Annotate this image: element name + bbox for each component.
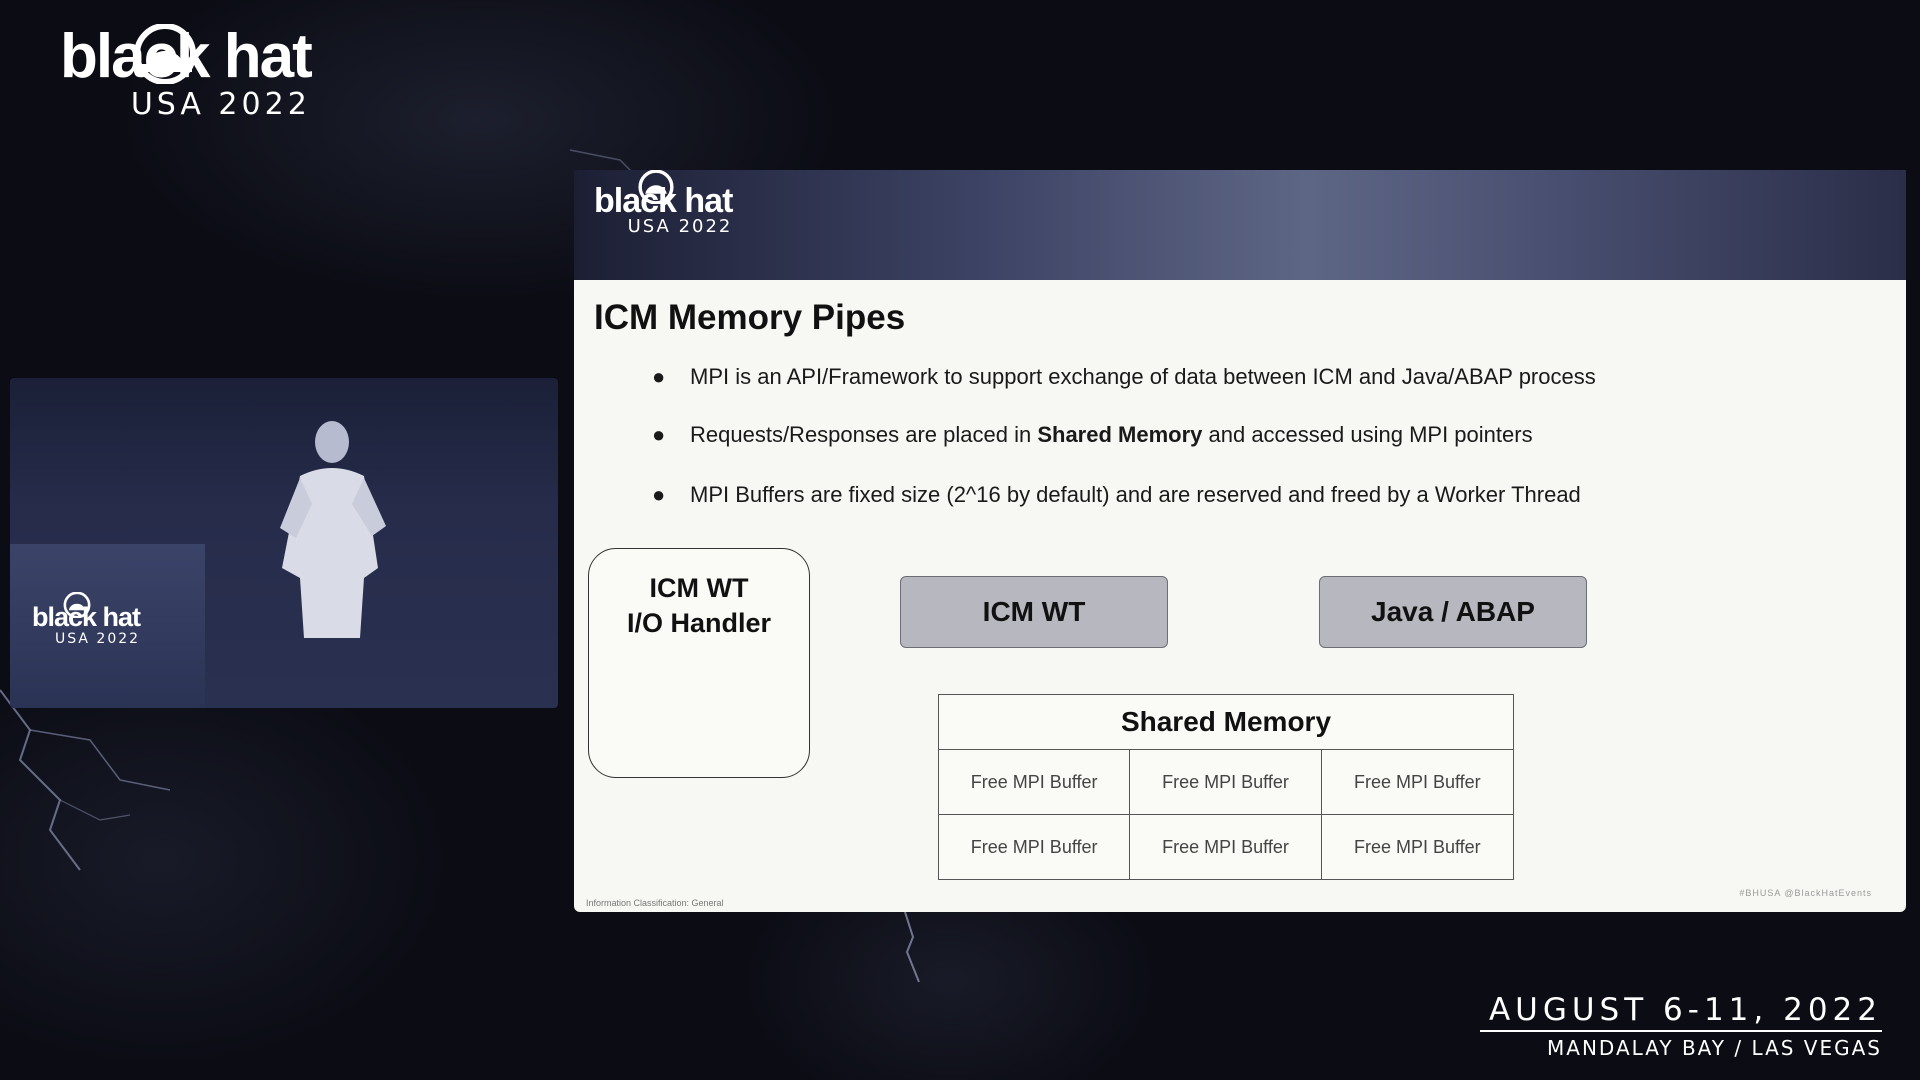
bullet-text: and accessed using MPI pointers bbox=[1202, 422, 1533, 447]
shared-memory-table: Shared Memory Free MPI Buffer Free MPI B… bbox=[938, 694, 1514, 880]
event-venue: MANDALAY BAY / LAS VEGAS bbox=[1547, 1036, 1882, 1060]
slide: ICM Memory Pipes ● MPI is an API/Framewo… bbox=[574, 280, 1906, 912]
buffer-cell: Free MPI Buffer bbox=[1130, 815, 1322, 880]
lightning-decoration bbox=[904, 912, 920, 983]
buffer-cell: Free MPI Buffer bbox=[939, 815, 1131, 880]
slide-logo: black hat USA 2022 bbox=[594, 170, 733, 237]
bullet-dot: ● bbox=[652, 364, 666, 389]
event-dates: AUGUST 6-11, 2022 bbox=[1488, 992, 1882, 1028]
logo-wordmark: black hat bbox=[60, 22, 313, 91]
bullet-text: Requests/Responses are placed in bbox=[690, 422, 1038, 447]
box-label: I/O Handler bbox=[626, 608, 772, 638]
bullet-item: ● Requests/Responses are placed in Share… bbox=[652, 420, 1596, 478]
buffer-cell: Free MPI Buffer bbox=[1321, 750, 1513, 815]
buffer-cell: Free MPI Buffer bbox=[939, 750, 1131, 815]
buffer-cell: Free MPI Buffer bbox=[1130, 750, 1322, 815]
bullet-list: ● MPI is an API/Framework to support exc… bbox=[652, 362, 1596, 538]
bullet-item: ● MPI is an API/Framework to support exc… bbox=[652, 362, 1596, 420]
slide-footer-classification: Information Classification: General bbox=[586, 898, 724, 908]
bullet-dot: ● bbox=[652, 422, 666, 447]
bullet-bold-text: Shared Memory bbox=[1037, 422, 1203, 447]
slide-footer-hashtags: #BHUSA @BlackHatEvents bbox=[1739, 888, 1872, 898]
icm-wt-box: ICM WT bbox=[900, 576, 1168, 648]
buffer-cell: Free MPI Buffer bbox=[1353, 837, 1481, 857]
java-abap-box: Java / ABAP bbox=[1319, 576, 1587, 648]
podium: black hat USA 2022 bbox=[10, 544, 205, 708]
blackhat-logo: black hat USA 2022 bbox=[60, 22, 313, 122]
bullet-text: MPI Buffers are fixed size (2^16 by defa… bbox=[690, 482, 1581, 507]
logo-wordmark: black hat bbox=[594, 182, 733, 220]
bullet-text: MPI is an API/Framework to support excha… bbox=[690, 364, 1596, 389]
speaker-video: black hat USA 2022 bbox=[10, 378, 558, 708]
speaker-figure bbox=[280, 421, 386, 638]
logo-subtitle: USA 2022 bbox=[627, 216, 733, 237]
buffer-grid: Free MPI Buffer Free MPI Buffer Free MPI… bbox=[939, 750, 1513, 880]
shared-memory-title: Shared Memory bbox=[939, 695, 1513, 750]
box-label: ICM WT bbox=[649, 573, 749, 603]
logo-subtitle: USA 2022 bbox=[130, 87, 311, 122]
lightning-decoration bbox=[0, 689, 171, 871]
divider bbox=[1480, 1030, 1882, 1032]
slide-header-banner: black hat USA 2022 bbox=[574, 170, 1906, 280]
bullet-dot: ● bbox=[652, 482, 666, 507]
slide-title: ICM Memory Pipes bbox=[594, 298, 906, 337]
icm-io-handler-box: ICM WT I/O Handler bbox=[588, 548, 810, 778]
logo-subtitle: USA 2022 bbox=[54, 631, 141, 647]
logo-wordmark: black hat bbox=[32, 602, 141, 632]
podium-logo: black hat USA 2022 bbox=[32, 592, 141, 647]
bullet-item: ● MPI Buffers are fixed size (2^16 by de… bbox=[652, 480, 1596, 538]
